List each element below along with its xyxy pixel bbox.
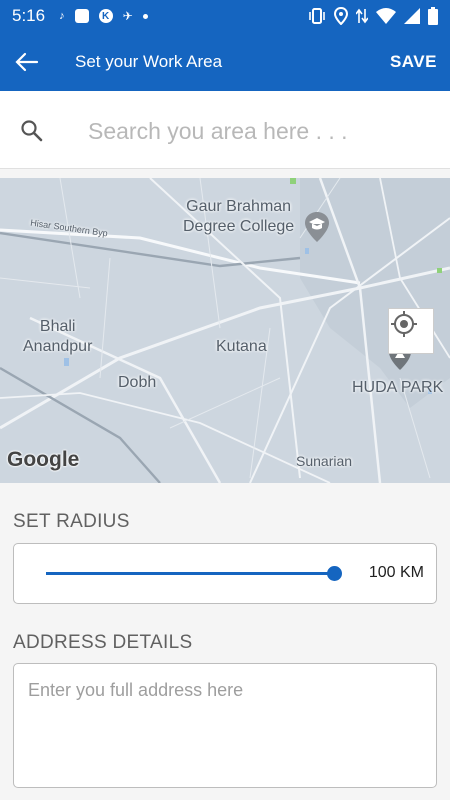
- map-label-college: Gaur Brahman Degree College: [183, 198, 295, 235]
- plane-icon: ✈: [122, 9, 133, 23]
- google-logo: Google: [7, 448, 80, 471]
- my-location-icon: [391, 311, 417, 337]
- map-label-huda: HUDA PARK: [352, 379, 444, 396]
- page-title: Set your Work Area: [75, 51, 223, 71]
- map-label-kutana: Kutana: [216, 338, 267, 355]
- status-right-icons: [308, 7, 438, 25]
- map-label-bhali: Bhali Anandpur: [23, 318, 93, 355]
- address-label: ADDRESS DETAILS: [13, 632, 193, 653]
- status-time: 5:16: [12, 6, 46, 25]
- radius-control: 100 KM: [13, 543, 437, 604]
- location-icon: [334, 7, 348, 25]
- battery-icon: [428, 7, 438, 25]
- data-arrows-icon: [356, 8, 368, 24]
- status-left-icons: ♪ K ✈: [59, 9, 148, 23]
- circle-app-icon: K: [98, 9, 113, 23]
- status-bar: 5:16 ♪ K ✈: [0, 0, 450, 32]
- graduation-cap-icon: [305, 212, 329, 242]
- address-field[interactable]: [13, 663, 437, 788]
- vibrate-icon: [309, 8, 325, 24]
- back-button[interactable]: [0, 32, 54, 91]
- search-icon[interactable]: [20, 119, 44, 143]
- radius-value: 100 KM: [368, 564, 424, 581]
- search-bar: [0, 91, 450, 169]
- search-input[interactable]: [86, 111, 430, 151]
- signal-icon: [404, 8, 420, 24]
- map-label-dobh: Dobh: [118, 374, 157, 391]
- radius-label: SET RADIUS: [13, 511, 130, 532]
- radius-slider-thumb[interactable]: [327, 566, 342, 581]
- dj-icon: ♪: [59, 10, 65, 22]
- square-app-icon: [74, 9, 89, 23]
- wifi-icon: [376, 8, 396, 24]
- app-bar: Set your Work Area SAVE: [0, 32, 450, 91]
- map-view[interactable]: Gaur Brahman Degree College Hisar Southe…: [0, 178, 450, 483]
- save-button[interactable]: SAVE: [390, 52, 437, 72]
- map-label-sunarian: Sunarian: [296, 453, 353, 469]
- back-arrow-icon: [15, 52, 39, 71]
- dot-icon: [142, 13, 148, 19]
- my-location-button[interactable]: [388, 308, 434, 354]
- radius-slider-track[interactable]: [46, 572, 334, 575]
